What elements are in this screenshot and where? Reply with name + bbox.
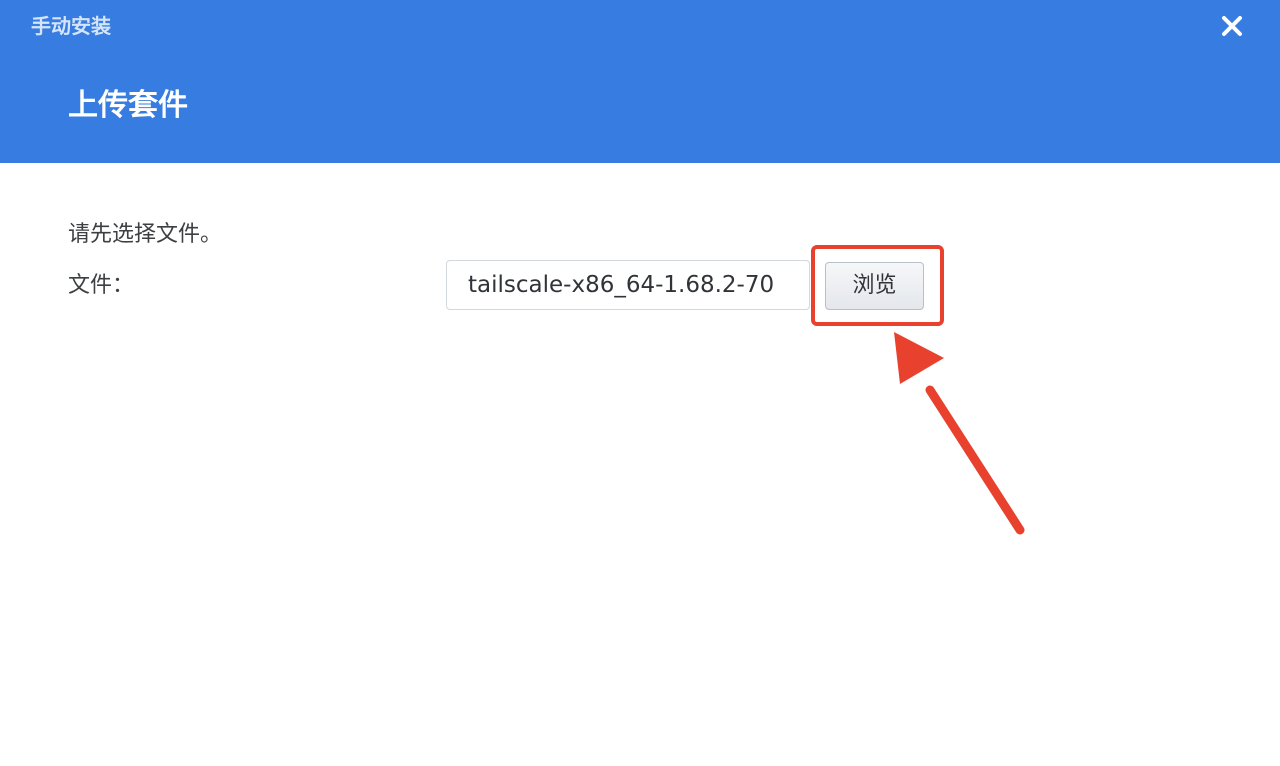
instruction-text: 请先选择文件。 bbox=[68, 222, 223, 247]
close-button[interactable] bbox=[1212, 8, 1252, 48]
file-label: 文件： bbox=[68, 273, 135, 298]
dialog-header: 手动安装 上传套件 bbox=[0, 0, 1280, 163]
dialog-body: 请先选择文件。 文件： tailscale-x86_64-1.68.2-70 浏… bbox=[0, 163, 1280, 766]
highlight-box bbox=[811, 245, 944, 326]
window-title: 手动安装 bbox=[31, 14, 111, 38]
section-title: 上传套件 bbox=[68, 88, 188, 123]
arrow-icon bbox=[894, 332, 1025, 535]
file-path-field[interactable]: tailscale-x86_64-1.68.2-70 bbox=[446, 260, 810, 310]
close-icon bbox=[1222, 16, 1242, 36]
